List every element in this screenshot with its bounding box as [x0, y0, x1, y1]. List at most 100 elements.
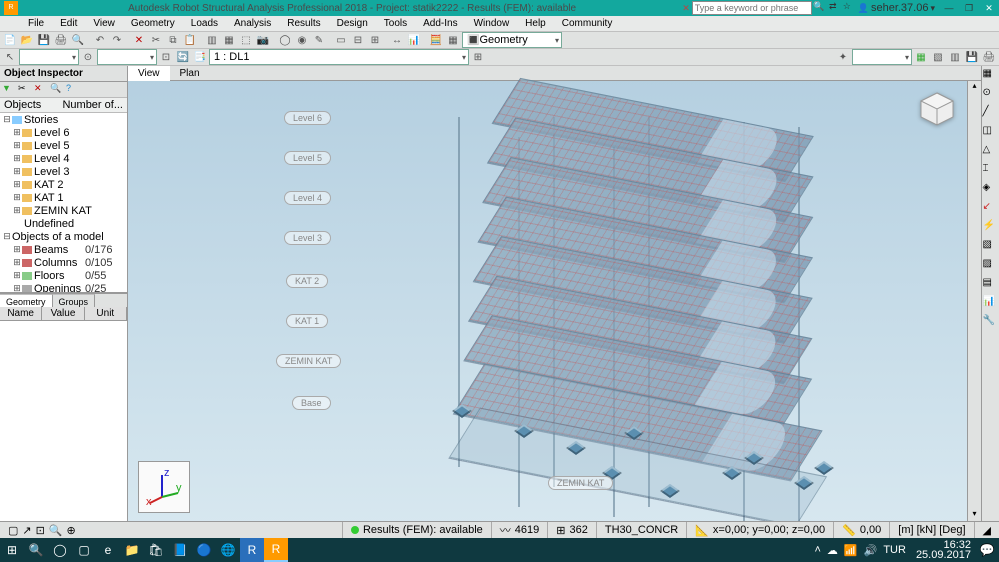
- insp-help-icon[interactable]: ?: [66, 83, 80, 97]
- lock-icon[interactable]: 📑: [192, 49, 208, 65]
- undo-icon[interactable]: ↶: [92, 32, 108, 48]
- taskview-icon[interactable]: ▢: [72, 538, 96, 562]
- tab-groups[interactable]: Groups: [53, 294, 96, 307]
- edit-selection-icon[interactable]: ✎: [311, 32, 327, 48]
- calc-icon[interactable]: 🧮: [428, 32, 444, 48]
- tree-item[interactable]: Openings: [34, 283, 85, 294]
- explorer-icon[interactable]: 📁: [120, 538, 144, 562]
- loadcase-combo[interactable]: 1 : DL1: [209, 49, 469, 65]
- sel-bar-icon[interactable]: ⊡: [158, 49, 174, 65]
- stories-node[interactable]: Stories: [24, 114, 125, 126]
- start-button[interactable]: ⊞: [0, 538, 24, 562]
- circle-icon[interactable]: ◉: [294, 32, 310, 48]
- rt-support-icon[interactable]: △: [983, 144, 999, 160]
- menu-window[interactable]: Window: [466, 18, 518, 29]
- col-objects[interactable]: Objects: [4, 99, 62, 111]
- measure-icon[interactable]: ↔: [389, 32, 405, 48]
- select-icon[interactable]: ▭: [333, 32, 349, 48]
- tree-item[interactable]: Level 4: [34, 153, 125, 165]
- tree-item[interactable]: Columns: [34, 257, 85, 269]
- tray-up-icon[interactable]: ˄: [814, 544, 820, 556]
- insp-cut-icon[interactable]: ✂: [18, 83, 32, 97]
- paste-icon[interactable]: 📋: [182, 32, 198, 48]
- col-value[interactable]: Value: [42, 307, 84, 320]
- window1-icon[interactable]: ▥: [204, 32, 220, 48]
- menu-community[interactable]: Community: [554, 18, 621, 29]
- insp-search-icon[interactable]: 🔍: [50, 83, 64, 97]
- close-button[interactable]: ✕: [979, 1, 999, 15]
- tab-plan[interactable]: Plan: [170, 66, 210, 81]
- preview-icon[interactable]: 🔍: [70, 32, 86, 48]
- model-node[interactable]: Objects of a model: [12, 231, 125, 243]
- print-view-icon[interactable]: 🖨: [981, 49, 997, 65]
- menu-results[interactable]: Results: [279, 18, 328, 29]
- axes-icon[interactable]: ✦: [835, 49, 851, 65]
- rt-section-icon[interactable]: ⌶: [983, 163, 999, 179]
- tree-item[interactable]: Undefined: [24, 218, 125, 230]
- zoomwin-icon[interactable]: ⬚: [238, 32, 254, 48]
- system-tray[interactable]: ˄ ☁ 📶 🔊 TUR: [808, 544, 911, 557]
- notifications-icon[interactable]: 💬: [975, 538, 999, 562]
- menu-design[interactable]: Design: [329, 18, 376, 29]
- sb-view4-icon[interactable]: 🔍: [49, 524, 63, 537]
- menu-geometry[interactable]: Geometry: [123, 18, 183, 29]
- redo-icon[interactable]: ↷: [109, 32, 125, 48]
- viewcube[interactable]: [917, 89, 957, 129]
- print-icon[interactable]: 🖨: [53, 32, 69, 48]
- maximize-button[interactable]: ❐: [959, 1, 979, 15]
- cut-icon[interactable]: ✂: [148, 32, 164, 48]
- cortana-icon[interactable]: ◯: [48, 538, 72, 562]
- tree-item[interactable]: KAT 2: [34, 179, 125, 191]
- edge-icon[interactable]: e: [96, 538, 120, 562]
- taskbar-clock[interactable]: 16:32 25.09.2017: [912, 540, 975, 560]
- layout-combo[interactable]: 🔳 Geometry: [462, 32, 562, 48]
- scroll-up-icon[interactable]: ▴: [968, 81, 981, 95]
- sb-view5-icon[interactable]: ⊕: [67, 524, 76, 537]
- 3d-viewport[interactable]: Level 6 Level 5 Level 4 Level 3 KAT 2 KA…: [128, 81, 967, 523]
- app1-icon[interactable]: 📘: [168, 538, 192, 562]
- lc-tool-icon[interactable]: ⊞: [470, 49, 486, 65]
- refresh-icon[interactable]: 🔄: [175, 49, 191, 65]
- expand-icon[interactable]: ⊟: [2, 114, 12, 125]
- menu-help[interactable]: Help: [517, 18, 554, 29]
- rt-nodes-icon[interactable]: ⊙: [983, 87, 999, 103]
- screenshot-icon[interactable]: 📷: [255, 32, 271, 48]
- oval-icon[interactable]: ◯: [277, 32, 293, 48]
- rt-tool2-icon[interactable]: ▨: [983, 258, 999, 274]
- new-icon[interactable]: 📄: [2, 32, 18, 48]
- star-icon[interactable]: ☆: [840, 1, 854, 15]
- tree-item[interactable]: Level 3: [34, 166, 125, 178]
- delete-icon[interactable]: ✕: [131, 32, 147, 48]
- rt-bars-icon[interactable]: ╱: [983, 106, 999, 122]
- sel-node-icon[interactable]: ⊙: [80, 49, 96, 65]
- rt-tool1-icon[interactable]: ▧: [983, 239, 999, 255]
- tree-item[interactable]: KAT 1: [34, 192, 125, 204]
- axes-combo[interactable]: [852, 49, 912, 65]
- col-name[interactable]: Name: [0, 307, 42, 320]
- tray-wifi-icon[interactable]: 📶: [844, 544, 858, 557]
- v-scrollbar[interactable]: ▴ ▾: [967, 81, 981, 523]
- properties-icon[interactable]: 📊: [406, 32, 422, 48]
- tree-item[interactable]: Level 6: [34, 127, 125, 139]
- menu-loads[interactable]: Loads: [183, 18, 226, 29]
- rt-material-icon[interactable]: ◈: [983, 182, 999, 198]
- tree-item[interactable]: Level 5: [34, 140, 125, 152]
- tree-item[interactable]: Floors: [34, 270, 85, 282]
- copy-icon[interactable]: ⧉: [165, 32, 181, 48]
- tab-view[interactable]: View: [128, 66, 170, 81]
- sb-view2-icon[interactable]: ↗: [22, 524, 31, 537]
- tray-lang[interactable]: TUR: [883, 544, 906, 556]
- rt-table-icon[interactable]: ▤: [983, 277, 999, 293]
- user-menu[interactable]: 👤 seher.37.06 ▾: [858, 2, 935, 14]
- bars-combo[interactable]: [97, 49, 157, 65]
- axes1-icon[interactable]: ▦: [913, 49, 929, 65]
- chrome-icon[interactable]: 🌐: [216, 538, 240, 562]
- rt-panel-icon[interactable]: ◫: [983, 125, 999, 141]
- binoculars-icon[interactable]: 🔍: [812, 1, 826, 15]
- tab-geometry[interactable]: Geometry: [0, 294, 53, 307]
- menu-file[interactable]: File: [20, 18, 52, 29]
- menu-tools[interactable]: Tools: [376, 18, 415, 29]
- search-input[interactable]: [692, 1, 812, 15]
- axes-gizmo[interactable]: z y x: [138, 461, 190, 513]
- app2-icon[interactable]: 🔵: [192, 538, 216, 562]
